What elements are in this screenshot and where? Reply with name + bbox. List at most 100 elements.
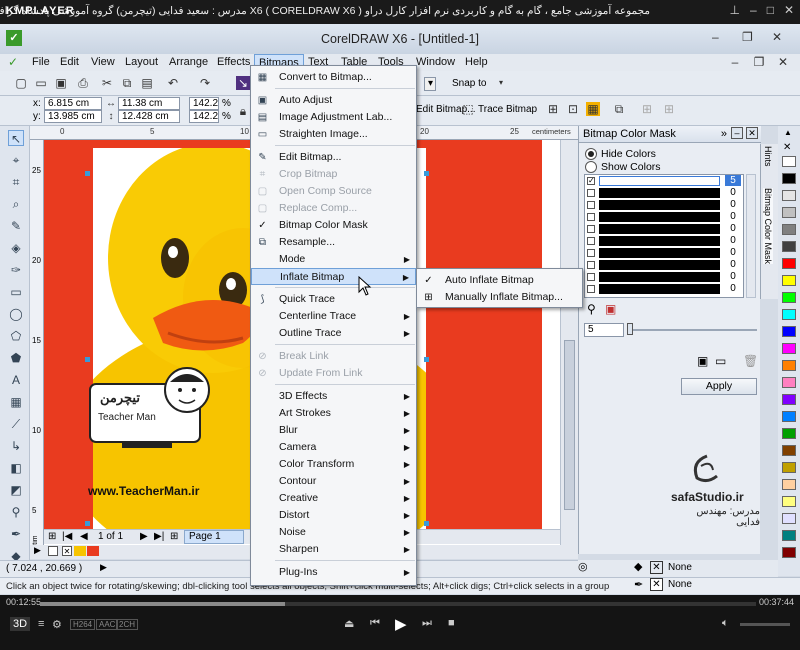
bitmaps-menu-item-outline-trace[interactable]: Outline Trace ▶: [251, 325, 416, 342]
stop-icon[interactable]: ■: [448, 617, 455, 629]
bitmaps-menu-item-replace-comp[interactable]: Replace Comp... ▢: [251, 200, 416, 217]
smart-fill-tool-icon[interactable]: ◈: [8, 240, 24, 256]
hide-colors-radio[interactable]: [585, 148, 597, 160]
text-tool-icon[interactable]: A: [8, 372, 24, 388]
prev-page-icon[interactable]: |◀: [62, 531, 72, 542]
window-restore-button[interactable]: ❐: [742, 30, 753, 44]
bitmaps-menu-item-mode[interactable]: Mode ▶: [251, 251, 416, 268]
connector-tool-icon[interactable]: ↳: [8, 438, 24, 454]
resample-icon[interactable]: ⧉: [612, 102, 626, 116]
palette-swatch[interactable]: [782, 258, 796, 269]
vertical-scrollbar[interactable]: [560, 140, 578, 554]
palette-swatch[interactable]: [782, 411, 796, 422]
bitmaps-menu-item-creative[interactable]: Creative ▶: [251, 490, 416, 507]
crop-tool-icon[interactable]: ⌗: [8, 174, 24, 190]
menubar-minimize-icon[interactable]: –: [728, 55, 742, 69]
play-icon[interactable]: ▶: [395, 615, 407, 633]
print-icon[interactable]: ⎙: [76, 76, 90, 90]
palette-swatch[interactable]: [782, 530, 796, 541]
palette-swatch[interactable]: [782, 224, 796, 235]
bitmaps-menu-item-quick-trace[interactable]: Quick Trace ⟆: [251, 291, 416, 308]
bitmaps-menu-item-art-strokes[interactable]: Art Strokes ▶: [251, 405, 416, 422]
volume-slider[interactable]: [740, 623, 790, 626]
selection-handle[interactable]: [424, 171, 429, 176]
palette-swatch[interactable]: [782, 428, 796, 439]
rectangle-tool-icon[interactable]: ▭: [8, 284, 24, 300]
eyedropper-icon[interactable]: ⚲: [587, 302, 596, 316]
palette-none-icon[interactable]: ✕: [783, 142, 791, 153]
palette-swatch[interactable]: [782, 241, 796, 252]
menu-view[interactable]: View: [91, 56, 115, 68]
copy-icon[interactable]: ⧉: [120, 76, 134, 90]
height-field[interactable]: 12.428 cm: [118, 110, 180, 123]
back-icon[interactable]: ◀: [80, 531, 88, 542]
selection-handle[interactable]: [424, 357, 429, 362]
bitmaps-menu-item-3d-effects[interactable]: 3D Effects ▶: [251, 388, 416, 405]
tolerance-input[interactable]: 5: [584, 323, 624, 337]
crop-icon[interactable]: ⊞: [546, 102, 560, 116]
scale-height-field[interactable]: 142.2: [189, 110, 219, 123]
selection-handle[interactable]: [424, 521, 429, 526]
row-checkbox[interactable]: [587, 213, 595, 221]
eyedropper-tool-icon[interactable]: ⚲: [8, 504, 24, 520]
color-proof-icon[interactable]: ◎: [578, 560, 588, 573]
palette-swatch[interactable]: [782, 496, 796, 507]
bitmaps-menu-item-contour[interactable]: Contour ▶: [251, 473, 416, 490]
mask-row[interactable]: 0: [585, 247, 743, 259]
3d-icon[interactable]: 3D: [10, 617, 31, 631]
palette-swatch[interactable]: [782, 394, 796, 405]
blend-tool-icon[interactable]: ◧: [8, 460, 24, 476]
mask-row[interactable]: 0: [585, 223, 743, 235]
bitmaps-menu-item-inflate-bitmap[interactable]: Inflate Bitmap ▶: [251, 268, 416, 285]
menu-layout[interactable]: Layout: [125, 56, 158, 68]
volume-icon[interactable]: 🔈︎: [722, 617, 729, 630]
palette-yellow-swatch[interactable]: [74, 546, 86, 556]
selection-handle[interactable]: [85, 171, 90, 176]
bitmaps-menu-item-break-link[interactable]: Break Link ⊘: [251, 348, 416, 365]
row-color-swatch[interactable]: [599, 272, 720, 282]
row-color-swatch[interactable]: [599, 260, 720, 270]
palette-swatch[interactable]: [782, 156, 796, 167]
basic-shapes-icon[interactable]: ⬟: [8, 350, 24, 366]
x-position-field[interactable]: 6.815 cm: [44, 97, 102, 110]
palette-swatch[interactable]: [782, 343, 796, 354]
bitmaps-menu-item-auto-adjust[interactable]: Auto Adjust ▣: [251, 92, 416, 109]
dimension-tool-icon[interactable]: ⟋: [8, 416, 24, 432]
bitmaps-menu-item-convert-to-bitmap[interactable]: Convert to Bitmap... ▦: [251, 69, 416, 86]
fill-none-icon[interactable]: ✕: [650, 561, 663, 574]
edit-color-icon[interactable]: ▣: [605, 302, 616, 316]
palette-up-icon[interactable]: ▲: [784, 128, 792, 137]
bitmaps-menu-item-resample[interactable]: Resample... ⧉: [251, 234, 416, 251]
mask-color-list[interactable]: ✓ 5 0 0 0 0 0 0 0 0 0: [584, 174, 744, 298]
palette-swatch[interactable]: [782, 190, 796, 201]
menu-help[interactable]: Help: [465, 56, 488, 68]
next-page-icon[interactable]: ▶: [140, 531, 148, 542]
pin-icon[interactable]: ⊥: [730, 3, 740, 17]
bitmaps-menu-item-edit-bitmap[interactable]: Edit Bitmap... ✎: [251, 149, 416, 166]
snap-dropdown-icon[interactable]: ▾: [494, 76, 508, 90]
menu-window[interactable]: Window: [416, 56, 455, 68]
y-position-field[interactable]: 13.985 cm: [44, 110, 102, 123]
eject-icon[interactable]: ⏏: [344, 617, 354, 630]
redo-icon[interactable]: ↷: [198, 76, 212, 90]
bitmaps-menu-item-straighten-image[interactable]: Straighten Image... ▭: [251, 126, 416, 143]
status-arrow-icon[interactable]: ▶: [100, 562, 107, 573]
bitmaps-menu-item-bitmap-color-mask[interactable]: Bitmap Color Mask ✓: [251, 217, 416, 234]
unlink-icon[interactable]: ⊞: [662, 102, 676, 116]
cut-icon[interactable]: ✂: [100, 76, 114, 90]
row-checkbox[interactable]: [587, 261, 595, 269]
menubar-close-icon[interactable]: ✕: [776, 55, 790, 69]
hints-tab[interactable]: Hints: [763, 146, 773, 167]
mask-list-scrollbar[interactable]: [746, 174, 756, 298]
playlist-icon[interactable]: ≡: [38, 618, 44, 630]
trace-bitmap-icon[interactable]: ⬚: [461, 102, 475, 116]
window-minimize-button[interactable]: –: [712, 30, 719, 44]
open-icon[interactable]: ▭: [34, 76, 48, 90]
row-checkbox[interactable]: [587, 285, 595, 293]
row-color-swatch[interactable]: [599, 212, 720, 222]
mask-row[interactable]: 0: [585, 211, 743, 223]
outline-none-icon[interactable]: ✕: [650, 578, 663, 591]
mask-row[interactable]: 0: [585, 259, 743, 271]
bitmaps-menu-item-sharpen[interactable]: Sharpen ▶: [251, 541, 416, 558]
bitmaps-menu-item-image-adjustment-lab[interactable]: Image Adjustment Lab... ▤: [251, 109, 416, 126]
